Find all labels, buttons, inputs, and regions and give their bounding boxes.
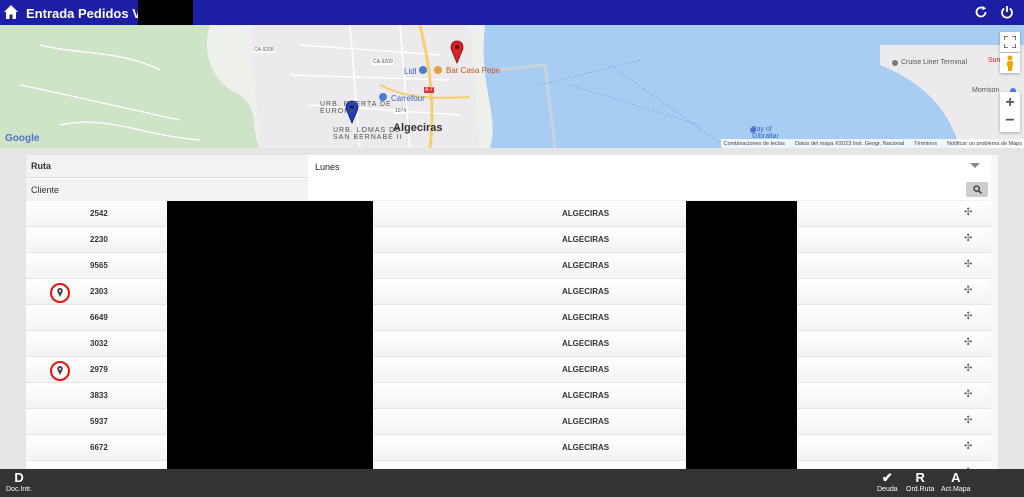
check-icon: ✔ <box>881 470 893 485</box>
move-icon[interactable]: ✣ <box>964 233 972 244</box>
road-label: CA-9208 <box>253 47 275 53</box>
move-icon[interactable]: ✣ <box>964 337 972 348</box>
client-code: 2303 <box>90 287 108 296</box>
move-icon[interactable]: ✣ <box>964 441 972 452</box>
keyboard-shortcuts-link[interactable]: Combinaciones de teclas <box>723 141 784 147</box>
map-pin-icon[interactable] <box>50 361 70 381</box>
ruta-filter-row: Ruta Lunes <box>26 155 998 178</box>
ruta-label: Ruta <box>31 161 51 171</box>
road-label: A-7 <box>424 87 434 93</box>
ruta-select[interactable]: Lunes <box>308 155 992 178</box>
map-canvas[interactable] <box>0 25 1024 148</box>
chevron-down-icon <box>970 163 980 168</box>
road-label: CA-9209 <box>372 59 394 65</box>
client-code: 3833 <box>90 391 108 400</box>
map-data-text: Datos del mapa ©2023 Inst. Geogr. Nacion… <box>794 140 905 147</box>
move-icon[interactable]: ✣ <box>964 285 972 296</box>
doc-intr-label: Doc.Intr. <box>6 486 33 493</box>
client-code: 3032 <box>90 339 108 348</box>
cliente-label: Cliente <box>31 185 60 195</box>
move-icon[interactable]: ✣ <box>964 259 972 270</box>
act-mapa-label: Act.Mapa <box>941 486 971 493</box>
map-label: Algeciras <box>393 122 443 134</box>
report-problem-link[interactable]: Notificar un problema de Maps <box>947 141 1022 147</box>
map-label: Cruise Liner Terminal <box>901 59 968 66</box>
client-city: ALGECIRAS <box>562 313 610 322</box>
client-city: ALGECIRAS <box>562 235 610 244</box>
zoom-control: + − <box>1000 92 1020 132</box>
footer-toolbar: D Doc.Intr. ✔ Deuda R Ord.Ruta A Act.Map… <box>0 469 1024 497</box>
move-icon[interactable]: ✣ <box>964 363 972 374</box>
ord-ruta-button[interactable]: R Ord.Ruta <box>906 471 934 494</box>
move-icon[interactable]: ✣ <box>964 311 972 322</box>
redacted-block <box>167 201 373 469</box>
client-city: ALGECIRAS <box>562 287 610 296</box>
client-city: ALGECIRAS <box>562 261 610 270</box>
client-city: ALGECIRAS <box>562 417 610 426</box>
client-code: 9565 <box>90 261 108 270</box>
client-city: ALGECIRAS <box>562 391 610 400</box>
refresh-icon[interactable] <box>974 5 988 19</box>
map-view[interactable]: Bar Casa Pepe Lidl Carrefour URB. PUERTA… <box>0 25 1024 148</box>
ord-ruta-glyph: R <box>915 470 925 485</box>
redacted-block <box>138 0 193 25</box>
map-label: Sun <box>988 57 1001 64</box>
map-label: Bar Casa Pepe <box>446 66 501 75</box>
zoom-out-icon[interactable]: − <box>1005 112 1014 130</box>
power-icon[interactable] <box>1000 5 1014 19</box>
home-icon[interactable] <box>3 4 19 20</box>
client-code: 2542 <box>90 209 108 218</box>
ord-ruta-label: Ord.Ruta <box>906 486 935 493</box>
map-label: Lidl <box>404 67 417 76</box>
cliente-search-input[interactable] <box>308 179 992 200</box>
deuda-button[interactable]: ✔ Deuda <box>877 471 898 494</box>
client-city: ALGECIRAS <box>562 209 610 218</box>
zoom-in-icon[interactable]: + <box>1005 94 1014 112</box>
act-mapa-glyph: A <box>951 470 961 485</box>
doc-intr-glyph: D <box>14 470 24 485</box>
move-icon[interactable]: ✣ <box>964 207 972 218</box>
client-code: 5937 <box>90 417 108 426</box>
client-code: 2979 <box>90 365 108 374</box>
app-header: Entrada Pedidos Venta <box>0 0 1024 25</box>
pegman-icon[interactable] <box>1000 53 1020 73</box>
map-pin-icon[interactable] <box>50 283 70 303</box>
search-button[interactable] <box>966 182 988 197</box>
deuda-label: Deuda <box>877 486 898 493</box>
client-city: ALGECIRAS <box>562 443 610 452</box>
map-label: Morrison <box>972 87 1000 94</box>
map-label: URB. PUERTA DE EUROPA <box>320 101 392 115</box>
doc-intr-button[interactable]: D Doc.Intr. <box>6 471 32 494</box>
move-icon[interactable]: ✣ <box>964 415 972 426</box>
ruta-select-value: Lunes <box>315 162 340 172</box>
client-city: ALGECIRAS <box>562 339 610 348</box>
move-icon[interactable]: ✣ <box>964 389 972 400</box>
orders-panel: Ruta Lunes Cliente 2542 ALGECIRAS ✣ 2230 ALG… <box>26 155 998 469</box>
google-logo: Google <box>5 133 40 144</box>
fullscreen-icon[interactable] <box>1000 32 1020 52</box>
client-city: ALGECIRAS <box>562 365 610 374</box>
act-mapa-button[interactable]: A Act.Mapa <box>941 471 971 494</box>
search-icon <box>972 185 982 194</box>
map-label: Bay of Gibraltar <box>752 126 779 140</box>
road-label: 1074 <box>394 108 408 114</box>
client-code: 6672 <box>90 443 108 452</box>
terms-link[interactable]: Términos <box>914 141 937 147</box>
map-attribution: Combinaciones de teclas Datos del mapa ©… <box>721 139 1024 148</box>
client-code: 2230 <box>90 235 108 244</box>
cliente-filter-row: Cliente <box>26 179 998 202</box>
redacted-block <box>686 201 797 469</box>
list-scrollbar[interactable] <box>991 155 998 469</box>
client-code: 6649 <box>90 313 108 322</box>
